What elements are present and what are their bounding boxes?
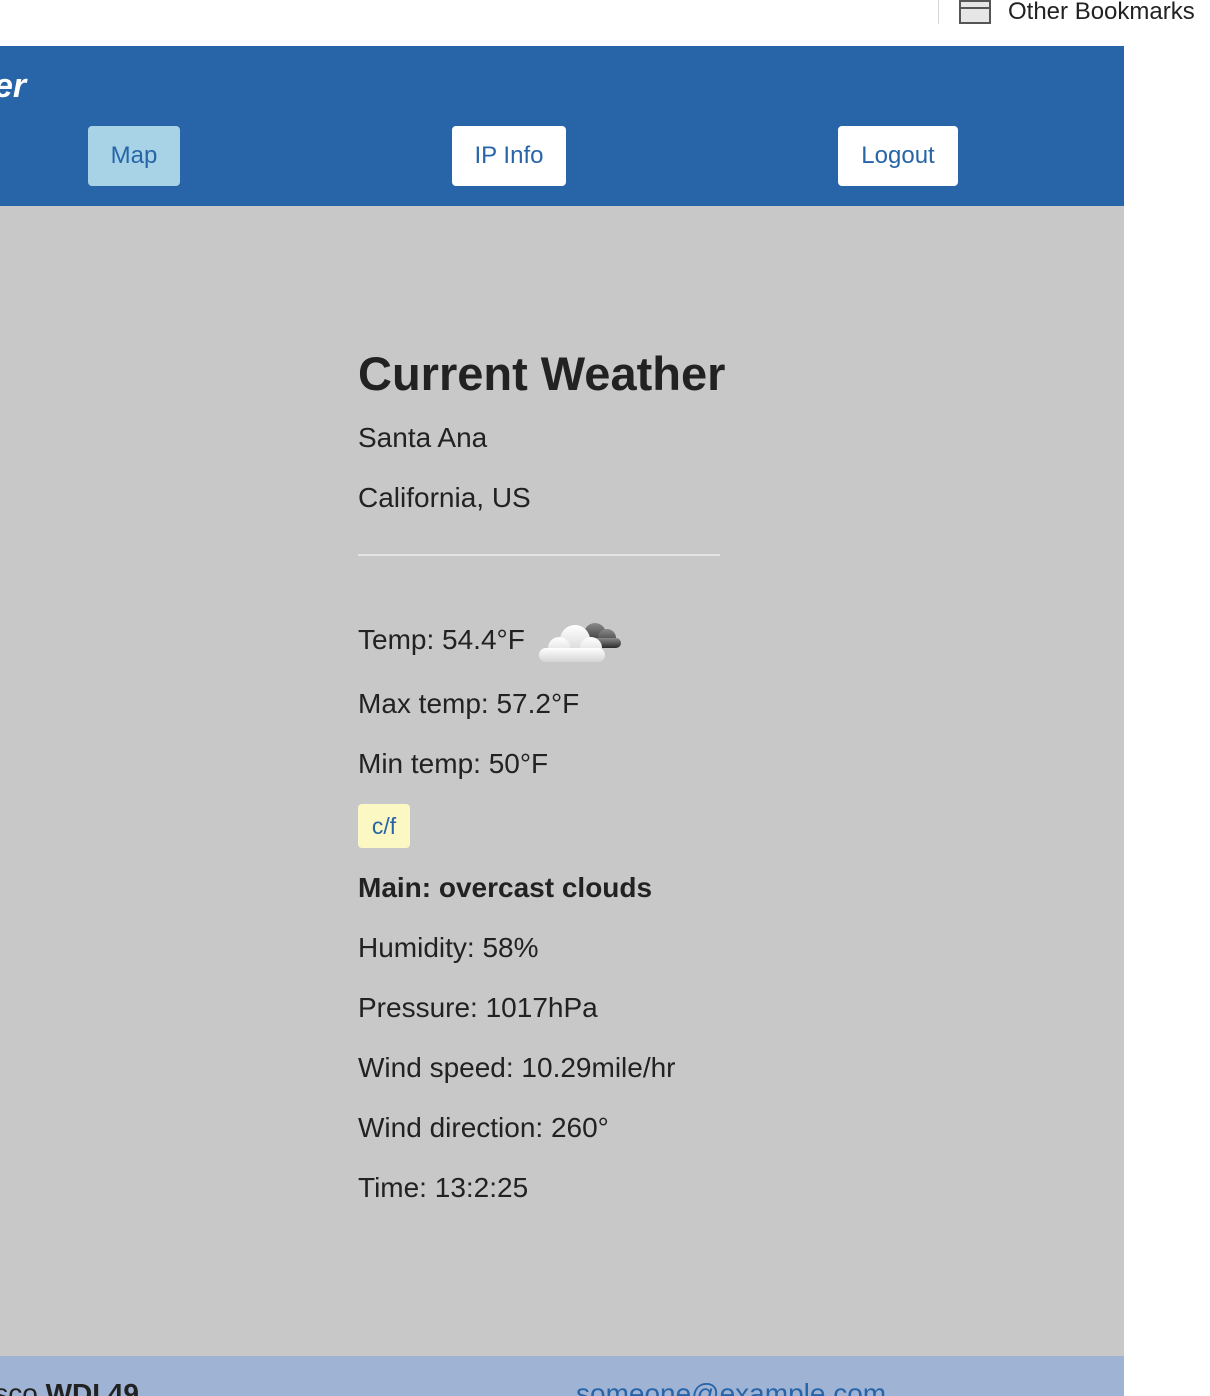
ip-info-button[interactable]: IP Info [452, 126, 566, 186]
footer-email-link[interactable]: someone@example.com [576, 1378, 886, 1396]
wind-direction: Wind direction: 260° [358, 1112, 609, 1143]
footer-credit: cisco WDI 49 [0, 1378, 139, 1396]
page-right-margin [1124, 46, 1210, 1396]
wind-speed: Wind speed: 10.29mile/hr [358, 1052, 676, 1083]
footer-credit-course: WDI 49 [45, 1378, 139, 1396]
divider [358, 554, 720, 556]
overcast-cloud-icon [535, 614, 623, 666]
unit-toggle-button[interactable]: c/f [358, 804, 410, 848]
current-temp: Temp: 54.4°F [358, 624, 525, 655]
pressure: Pressure: 1017hPa [358, 992, 598, 1023]
app-footer: cisco WDI 49 someone@example.com [0, 1356, 1124, 1396]
bookmarks-separator [938, 0, 939, 24]
app-header: er Map IP Info Logout [0, 46, 1124, 206]
humidity: Humidity: 58% [358, 932, 539, 963]
page-title: Current Weather [358, 347, 726, 400]
logout-button[interactable]: Logout [838, 126, 958, 186]
footer-credit-prefix: cisco [0, 1378, 38, 1396]
folder-icon [958, 0, 992, 24]
city-name: Santa Ana [358, 422, 488, 453]
brand-title: er [0, 67, 27, 105]
temp-row: Temp: 54.4°F [358, 610, 738, 670]
other-bookmarks-label: Other Bookmarks [1008, 0, 1195, 25]
region-name: California, US [358, 482, 531, 513]
other-bookmarks-button[interactable]: Other Bookmarks [958, 0, 1195, 24]
main-condition: Main: overcast clouds [358, 872, 653, 903]
weather-card: Current Weather Santa Ana California, US… [358, 346, 738, 1204]
time: Time: 13:2:25 [358, 1172, 529, 1203]
bookmarks-bar: Other Bookmarks [0, 0, 1210, 46]
main-content: Current Weather Santa Ana California, US… [0, 206, 1124, 1356]
max-temp: Max temp: 57.2°F [358, 688, 580, 719]
map-button[interactable]: Map [88, 126, 180, 186]
min-temp: Min temp: 50°F [358, 748, 549, 779]
